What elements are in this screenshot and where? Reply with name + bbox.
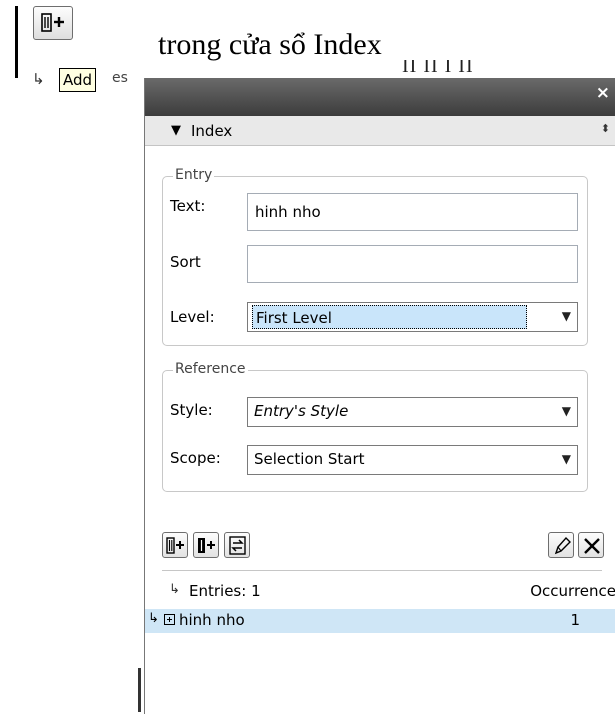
occurrence-column-header: Occurrence	[530, 582, 615, 600]
panel-menu-icon[interactable]: ⬍	[601, 122, 610, 135]
delete-icon	[584, 538, 600, 554]
sort-field[interactable]	[247, 245, 578, 283]
pencil-icon	[554, 536, 571, 555]
sort-label: Sort	[170, 253, 201, 271]
chevron-down-icon: ▼	[561, 309, 571, 323]
style-label: Style:	[170, 401, 213, 419]
return-arrow-icon: ↳	[148, 611, 159, 626]
chevron-down-icon: ▼	[561, 452, 571, 466]
entry-topic: hinh nho	[179, 611, 245, 629]
level-select[interactable]: First Level ▼	[247, 302, 578, 332]
return-arrow-icon: ↳	[32, 70, 45, 88]
table-row[interactable]: ↳ hinh nho 1	[145, 609, 615, 633]
add-entry-button[interactable]	[162, 532, 188, 558]
text-field[interactable]: hinh nho	[247, 193, 578, 231]
delete-button[interactable]	[578, 532, 604, 558]
slide-left-rule	[15, 6, 18, 78]
entry-occurrence-count: 1	[570, 611, 580, 629]
scope-select-value: Selection Start	[254, 450, 365, 468]
truncated-label: es	[112, 70, 128, 86]
style-select[interactable]: Entry's Style ▼	[247, 397, 578, 427]
entry-group: Entry Text: hinh nho Sort Level: First L…	[162, 167, 588, 346]
panel-tab-header[interactable]: ▼ Index ⬍	[145, 116, 615, 146]
add-entry-icon	[166, 537, 184, 554]
slide-obscured-text: II II I II	[402, 60, 474, 74]
panel-title: Index	[191, 122, 233, 140]
reference-group-legend: Reference	[173, 361, 248, 377]
divider	[162, 570, 602, 571]
style-select-value: Entry's Style	[254, 402, 349, 420]
collapse-triangle-icon[interactable]: ▼	[171, 123, 181, 138]
update-entry-button[interactable]	[224, 532, 250, 558]
reference-group: Reference Style: Entry's Style ▼ Scope: …	[162, 361, 588, 492]
index-panel: × ▼ Index ⬍ Entry Text: hinh nho Sort Le…	[144, 78, 615, 714]
level-label: Level:	[170, 308, 215, 326]
update-entry-icon	[229, 536, 246, 555]
expand-plus-icon[interactable]	[164, 614, 175, 625]
scope-label: Scope:	[170, 449, 221, 467]
edit-button[interactable]	[548, 532, 574, 558]
add-all-occurrences-icon	[198, 538, 215, 553]
slide-heading: trong cửa sổ Index	[158, 28, 382, 61]
background-entries-row: ↳ Add es	[20, 66, 145, 96]
chevron-down-icon: ▼	[561, 404, 571, 418]
close-icon[interactable]: ×	[596, 83, 610, 103]
entries-count-label: Entries: 1	[189, 582, 261, 600]
entry-group-legend: Entry	[173, 167, 215, 183]
add-entry-icon	[41, 13, 64, 32]
tooltip: Add	[59, 68, 97, 92]
add-all-occurrences-button[interactable]	[193, 532, 219, 558]
scope-select[interactable]: Selection Start ▼	[247, 445, 578, 475]
add-entry-button-large[interactable]	[33, 6, 73, 40]
text-label: Text:	[170, 197, 206, 215]
return-arrow-icon: ↳	[169, 582, 180, 597]
panel-titlebar[interactable]: ×	[145, 78, 615, 116]
level-select-value: First Level	[252, 305, 527, 329]
slide-margin-mark	[138, 668, 141, 712]
